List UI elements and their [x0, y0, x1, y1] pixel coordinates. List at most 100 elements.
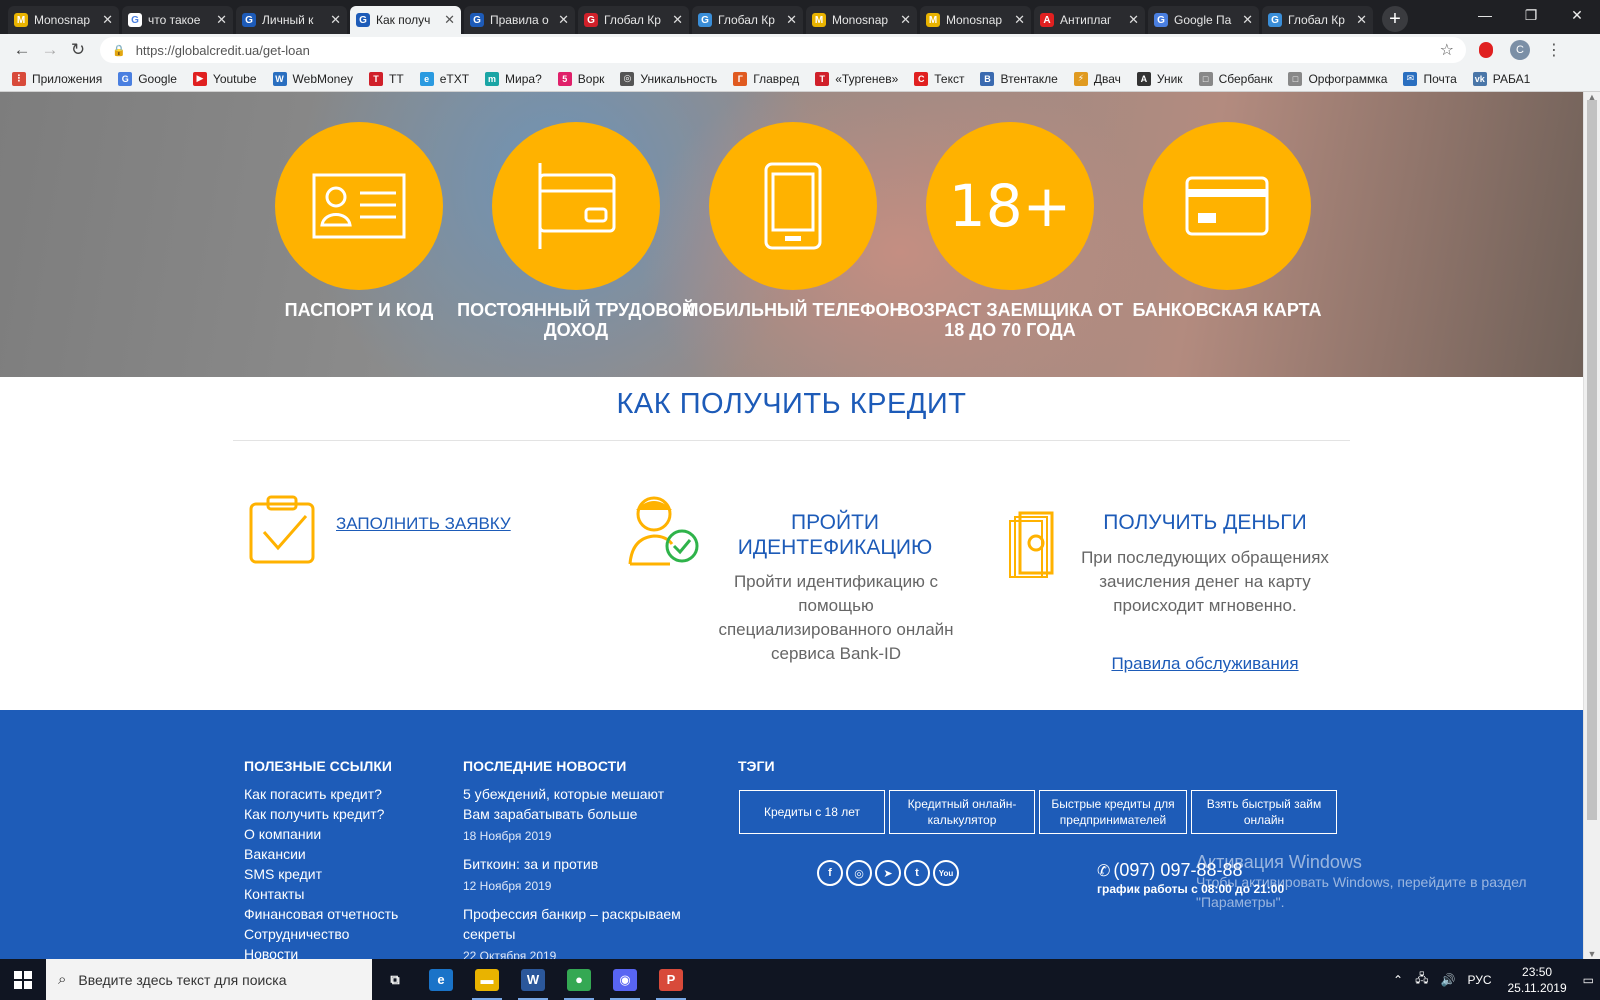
- watermark-text: Чтобы активировать Windows, перейдите в …: [1196, 874, 1527, 890]
- url-input[interactable]: 🔒 https://globalcredit.ua/get-loan ☆: [100, 37, 1466, 63]
- language-indicator[interactable]: РУС: [1467, 973, 1491, 987]
- browser-tab[interactable]: G Правила о ✕: [464, 6, 575, 34]
- close-tab-icon[interactable]: ✕: [786, 12, 797, 28]
- tag-button[interactable]: Кредиты с 18 лет: [739, 790, 885, 834]
- browser-tab[interactable]: G Глобал Кр ✕: [578, 6, 689, 34]
- taskbar-app-explorer[interactable]: ▬: [464, 959, 510, 1000]
- browser-tab[interactable]: M Monosnap ✕: [8, 6, 119, 34]
- extension-button[interactable]: [1472, 36, 1500, 64]
- facebook-icon[interactable]: f: [817, 860, 843, 886]
- bookmark-item[interactable]: T ТТ: [369, 71, 404, 86]
- footer-link[interactable]: Вакансии: [244, 844, 398, 864]
- new-tab-button[interactable]: +: [1382, 6, 1408, 32]
- scroll-down-icon[interactable]: ▼: [1584, 949, 1600, 959]
- bookmark-item[interactable]: vk РАБА1: [1472, 71, 1530, 86]
- close-tab-icon[interactable]: ✕: [1014, 12, 1025, 28]
- browser-tab[interactable]: M Monosnap ✕: [806, 6, 917, 34]
- bookmark-item[interactable]: ◎ Уникальность: [620, 71, 717, 86]
- twitter-icon[interactable]: t: [904, 860, 930, 886]
- close-tab-icon[interactable]: ✕: [216, 12, 227, 28]
- bookmark-item[interactable]: ⚡ Двач: [1073, 71, 1121, 86]
- taskbar-app-word[interactable]: W: [510, 959, 556, 1000]
- back-button[interactable]: ←: [8, 36, 36, 64]
- browser-tab[interactable]: G Личный к ✕: [236, 6, 347, 34]
- tab-title: Личный к: [262, 13, 314, 27]
- news-title-link[interactable]: 5 убеждений, которые мешают Вам зарабаты…: [463, 784, 693, 824]
- bookmark-item[interactable]: □ Сбербанк: [1198, 71, 1272, 86]
- footer-link[interactable]: Контакты: [244, 884, 398, 904]
- tag-button[interactable]: Быстрые кредиты для предпринимателей: [1039, 790, 1187, 834]
- close-tab-icon[interactable]: ✕: [444, 12, 455, 28]
- vertical-scrollbar[interactable]: ▲ ▼: [1583, 92, 1600, 959]
- reload-button[interactable]: ↻: [64, 36, 92, 64]
- taskbar-app-discord[interactable]: ◉: [602, 959, 648, 1000]
- bookmark-item[interactable]: C Текст: [914, 71, 964, 86]
- youtube-icon[interactable]: You: [933, 860, 959, 886]
- taskbar-search-input[interactable]: ⌕ Введите здесь текст для поиска: [46, 959, 372, 1000]
- news-title-link[interactable]: Биткоин: за и против: [463, 854, 693, 874]
- taskbar-app-edge[interactable]: e: [418, 959, 464, 1000]
- bookmark-item[interactable]: G Google: [118, 71, 177, 86]
- close-tab-icon[interactable]: ✕: [1242, 12, 1253, 28]
- taskbar-app-chrome[interactable]: ●: [556, 959, 602, 1000]
- taskbar-app-task-view[interactable]: ⧉: [372, 959, 418, 1000]
- bookmark-star-icon[interactable]: ☆: [1440, 40, 1454, 60]
- notifications-icon[interactable]: ▭: [1583, 973, 1594, 987]
- close-tab-icon[interactable]: ✕: [900, 12, 911, 28]
- close-tab-icon[interactable]: ✕: [672, 12, 683, 28]
- telegram-icon[interactable]: ➤: [875, 860, 901, 886]
- tag-button[interactable]: Взять быстрый займ онлайн: [1191, 790, 1337, 834]
- browser-tab[interactable]: G Глобал Кр ✕: [692, 6, 803, 34]
- bookmark-favicon-icon: m: [485, 71, 500, 86]
- browser-tab[interactable]: A Антиплаг ✕: [1034, 6, 1145, 34]
- bookmark-item[interactable]: 5 Ворк: [557, 71, 604, 86]
- network-icon[interactable]: 🖧: [1415, 969, 1428, 990]
- bookmark-item[interactable]: T «Тургенев»: [815, 71, 898, 86]
- browser-tab[interactable]: G Google Па ✕: [1148, 6, 1259, 34]
- start-button[interactable]: [0, 959, 46, 1000]
- bookmark-item[interactable]: e eTXT: [419, 71, 469, 86]
- maximize-button[interactable]: ❐: [1508, 0, 1554, 30]
- bookmark-item[interactable]: ✉ Почта: [1403, 71, 1457, 86]
- footer-link[interactable]: Как погасить кредит?: [244, 784, 398, 804]
- bookmark-item[interactable]: В Втентакле: [980, 71, 1058, 86]
- bookmark-item[interactable]: m Мира?: [485, 71, 542, 86]
- news-date: 12 Ноября 2019: [463, 879, 552, 893]
- browser-tab[interactable]: M Monosnap ✕: [920, 6, 1031, 34]
- bookmark-item[interactable]: ▶ Youtube: [192, 71, 257, 86]
- volume-icon[interactable]: 🔊: [1441, 973, 1456, 987]
- footer-link[interactable]: Финансовая отчетность: [244, 904, 398, 924]
- close-window-button[interactable]: ✕: [1554, 0, 1600, 30]
- scrollbar-thumb[interactable]: [1587, 100, 1597, 820]
- forward-button[interactable]: →: [36, 36, 64, 64]
- footer-link[interactable]: Сотрудничество: [244, 924, 398, 944]
- close-tab-icon[interactable]: ✕: [1356, 12, 1367, 28]
- bookmark-item[interactable]: ⋮ Приложения: [12, 71, 102, 86]
- browser-tab[interactable]: G Как получ ✕: [350, 6, 461, 34]
- footer-link[interactable]: Как получить кредит?: [244, 804, 398, 824]
- tag-button[interactable]: Кредитный онлайн-калькулятор: [889, 790, 1035, 834]
- taskbar-app-paint[interactable]: P: [648, 959, 694, 1000]
- close-tab-icon[interactable]: ✕: [1128, 12, 1139, 28]
- fill-application-link[interactable]: ЗАПОЛНИТЬ ЗАЯВКУ: [336, 514, 511, 534]
- browser-tab[interactable]: Gчто такое ✕: [122, 6, 233, 34]
- instagram-icon[interactable]: ◎: [846, 860, 872, 886]
- news-title-link[interactable]: Профессия банкир – раскрываем секреты: [463, 904, 693, 944]
- menu-button[interactable]: ⋮: [1540, 36, 1568, 64]
- footer-link[interactable]: О компании: [244, 824, 398, 844]
- close-tab-icon[interactable]: ✕: [330, 12, 341, 28]
- profile-button[interactable]: С: [1506, 36, 1534, 64]
- close-tab-icon[interactable]: ✕: [558, 12, 569, 28]
- footer-link[interactable]: SMS кредит: [244, 864, 398, 884]
- bookmark-item[interactable]: A Уник: [1136, 71, 1183, 86]
- footer-link[interactable]: Новости: [244, 944, 398, 959]
- close-tab-icon[interactable]: ✕: [102, 12, 113, 28]
- minimize-button[interactable]: —: [1462, 0, 1508, 30]
- browser-tab[interactable]: G Глобал Кр ✕: [1262, 6, 1373, 34]
- bookmark-item[interactable]: W WebMoney: [272, 71, 353, 86]
- service-rules-link[interactable]: Правила обслуживания: [1070, 654, 1340, 674]
- clock[interactable]: 23:50 25.11.2019: [1507, 964, 1566, 996]
- bookmark-item[interactable]: □ Орфограммка: [1288, 71, 1387, 86]
- bookmark-item[interactable]: Г Главред: [733, 71, 799, 86]
- chevron-up-icon[interactable]: ⌃: [1393, 973, 1403, 987]
